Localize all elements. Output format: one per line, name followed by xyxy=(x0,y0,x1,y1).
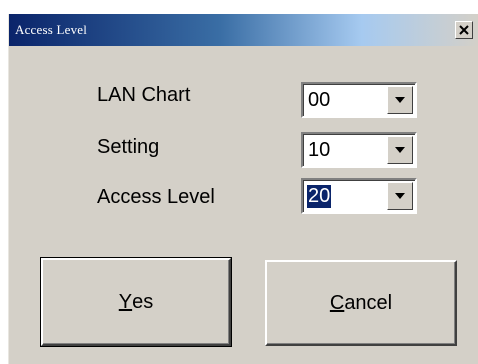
access-level-dropdown-button[interactable] xyxy=(387,182,413,210)
lan-chart-value: 00 xyxy=(308,89,331,111)
access-level-dialog: Access Level LAN Chart 00 Setting 10 Acc… xyxy=(8,14,478,364)
dialog-title: Access Level xyxy=(15,22,88,37)
lan-chart-label: LAN Chart xyxy=(97,84,191,106)
setting-dropdown-button[interactable] xyxy=(387,136,413,164)
setting-value: 10 xyxy=(308,139,331,161)
lan-chart-dropdown-button[interactable] xyxy=(387,86,413,114)
setting-select[interactable]: 10 xyxy=(301,132,417,168)
cancel-mnemonic: C xyxy=(329,291,345,314)
access-level-select[interactable]: 20 xyxy=(301,178,417,214)
yes-label-rest: es xyxy=(132,290,154,313)
access-level-value: 20 xyxy=(307,185,332,208)
chevron-down-icon xyxy=(395,147,405,153)
title-bar[interactable]: Access Level xyxy=(9,14,478,46)
yes-button[interactable]: Yes xyxy=(40,257,232,347)
lan-chart-select[interactable]: 00 xyxy=(301,82,417,118)
cancel-button[interactable]: Cancel xyxy=(265,260,457,346)
setting-label: Setting xyxy=(97,136,160,158)
chevron-down-icon xyxy=(395,97,405,103)
cancel-label-rest: ancel xyxy=(344,291,393,314)
access-level-label: Access Level xyxy=(97,186,215,208)
close-icon xyxy=(459,25,469,35)
yes-mnemonic: Y xyxy=(118,290,133,313)
close-button[interactable] xyxy=(455,21,473,39)
chevron-down-icon xyxy=(395,193,405,199)
